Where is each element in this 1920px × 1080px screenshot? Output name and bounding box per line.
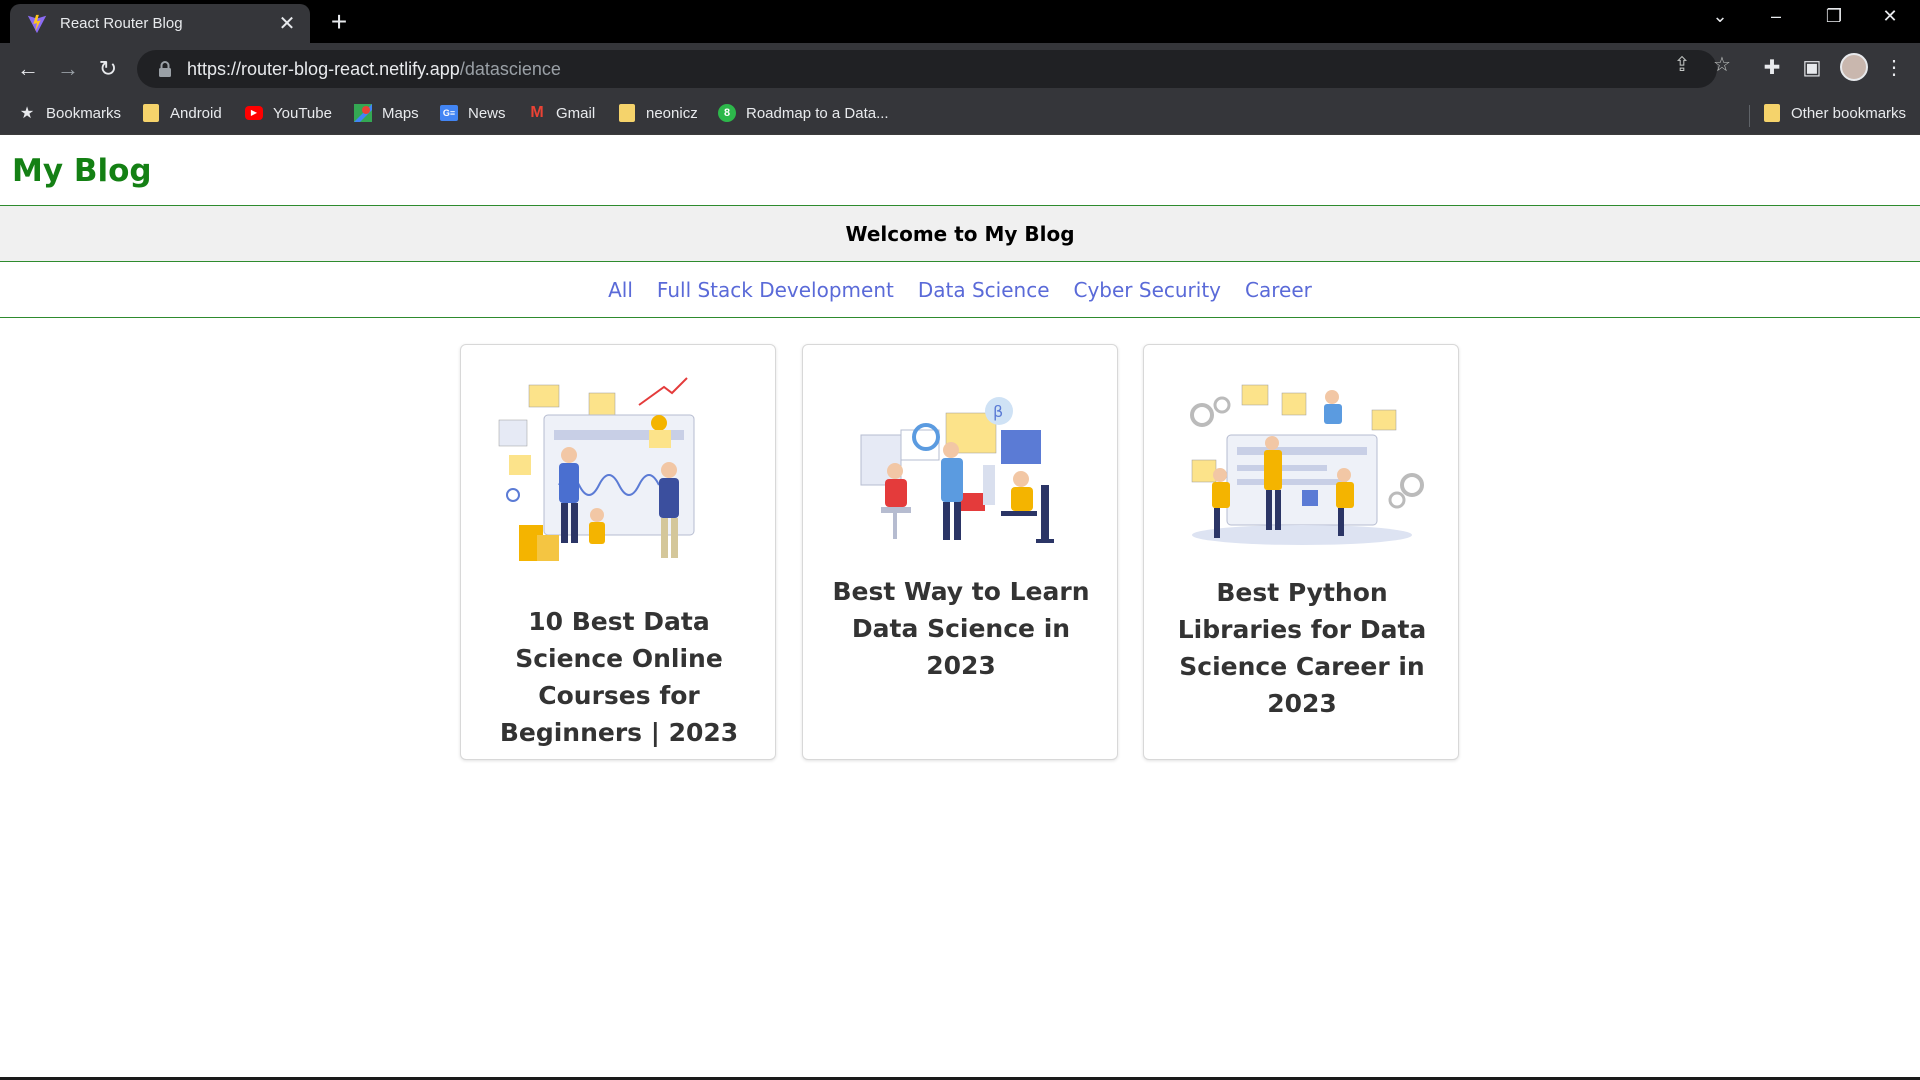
post-card[interactable]: 10 Best Data Science Online Courses for … [460, 344, 776, 760]
post-title[interactable]: Best Way to Learn Data Science in 2023 [813, 573, 1109, 684]
extensions-icon[interactable]: ✚ [1758, 55, 1786, 80]
bookmark-label: Maps [382, 104, 419, 122]
post-card[interactable]: β Best Way to Learn Data Science in 2023 [802, 344, 1118, 760]
tab-search-icon[interactable]: ⌄ [1706, 6, 1734, 27]
back-icon[interactable]: ← [14, 55, 42, 83]
url-host: https://router-blog-react.netlify.app [187, 58, 460, 79]
welcome-banner: Welcome to My Blog [0, 206, 1920, 262]
side-panel-icon[interactable]: ▣ [1798, 55, 1826, 80]
share-icon[interactable]: ⇪ [1670, 52, 1694, 77]
nav-link-career[interactable]: Career [1245, 278, 1312, 302]
folder-icon [1763, 104, 1781, 122]
bookmark-label: News [468, 104, 506, 122]
bookmark-item[interactable]: Maps [354, 104, 419, 122]
python-libraries-illustration [1190, 384, 1424, 545]
restore-icon[interactable]: ❐ [1820, 6, 1848, 27]
minimize-icon[interactable]: – [1762, 6, 1790, 27]
page-content: My Blog Welcome to My Blog All Full Stac… [0, 135, 1920, 1077]
category-nav: All Full Stack Development Data Science … [0, 263, 1920, 318]
browser-tab[interactable]: React Router Blog ✕ [10, 4, 310, 43]
bookmark-label: Roadmap to a Data... [746, 104, 889, 122]
post-title[interactable]: Best Python Libraries for Data Science C… [1154, 574, 1450, 722]
profile-avatar[interactable] [1840, 53, 1868, 81]
gmail-icon: M [530, 104, 544, 121]
post-card[interactable]: Best Python Libraries for Data Science C… [1143, 344, 1459, 760]
bookmark-label: YouTube [273, 104, 332, 122]
url-path: /datascience [459, 58, 561, 79]
bookmark-item[interactable]: ▶ YouTube [245, 104, 332, 122]
other-bookmarks-label: Other bookmarks [1791, 104, 1907, 122]
folder-icon [142, 104, 160, 122]
nav-link-all[interactable]: All [608, 278, 633, 302]
bookmark-item[interactable]: ★ Bookmarks [18, 104, 122, 123]
tab-close-icon[interactable]: ✕ [276, 14, 298, 34]
bookmark-star-icon[interactable]: ☆ [1710, 52, 1734, 77]
forward-icon[interactable]: → [54, 55, 82, 83]
bookmark-item[interactable]: M Gmail [528, 104, 595, 122]
bookmark-label: neonicz [646, 104, 698, 122]
browser-toolbar: ← → ↻ https://router-blog-react.netlify.… [0, 43, 1920, 95]
site-brand[interactable]: My Blog [12, 153, 152, 189]
bookmarks-bar: ★ Bookmarks Android ▶ YouTube Maps G≡ Ne… [0, 95, 1920, 135]
bookmarks-divider [1749, 105, 1750, 127]
other-bookmarks[interactable]: Other bookmarks [1763, 104, 1906, 122]
bookmark-item[interactable]: neonicz [618, 104, 698, 122]
bookmark-label: Gmail [556, 104, 596, 122]
data-science-team-illustration [498, 377, 695, 561]
new-tab-icon[interactable]: + [325, 8, 353, 36]
bookmark-item[interactable]: G≡ News [440, 104, 506, 122]
bookmark-item[interactable]: 8 Roadmap to a Data... [718, 104, 889, 122]
youtube-icon: ▶ [245, 104, 263, 122]
lock-icon [159, 61, 171, 77]
svg-text:β: β [993, 402, 1003, 421]
address-bar[interactable]: https://router-blog-react.netlify.app/da… [137, 50, 1717, 88]
nav-link-full-stack[interactable]: Full Stack Development [657, 278, 894, 302]
maps-icon [354, 104, 372, 122]
post-grid: 10 Best Data Science Online Courses for … [460, 344, 1460, 762]
folder-icon [618, 104, 636, 122]
reload-icon[interactable]: ↻ [94, 55, 122, 83]
post-title[interactable]: 10 Best Data Science Online Courses for … [471, 603, 767, 751]
bookmark-label: Android [170, 104, 222, 122]
nav-link-cyber-security[interactable]: Cyber Security [1074, 278, 1222, 302]
welcome-text: Welcome to My Blog [845, 221, 1075, 246]
nav-link-data-science[interactable]: Data Science [918, 278, 1050, 302]
tab-title: React Router Blog [60, 15, 183, 32]
news-icon: G≡ [440, 104, 458, 122]
close-window-icon[interactable]: ✕ [1876, 6, 1904, 27]
bookmark-item[interactable]: Android [142, 104, 222, 122]
vite-favicon-icon [27, 14, 47, 33]
bookmark-label: Bookmarks [46, 104, 122, 122]
browser-titlebar: React Router Blog ✕ + ⌄ – ❐ ✕ [0, 0, 1920, 43]
menu-icon[interactable]: ⋮ [1880, 55, 1908, 80]
star-icon: ★ [19, 105, 35, 122]
learning-illustration: β [860, 397, 1054, 543]
roadmap-icon: 8 [718, 104, 736, 122]
